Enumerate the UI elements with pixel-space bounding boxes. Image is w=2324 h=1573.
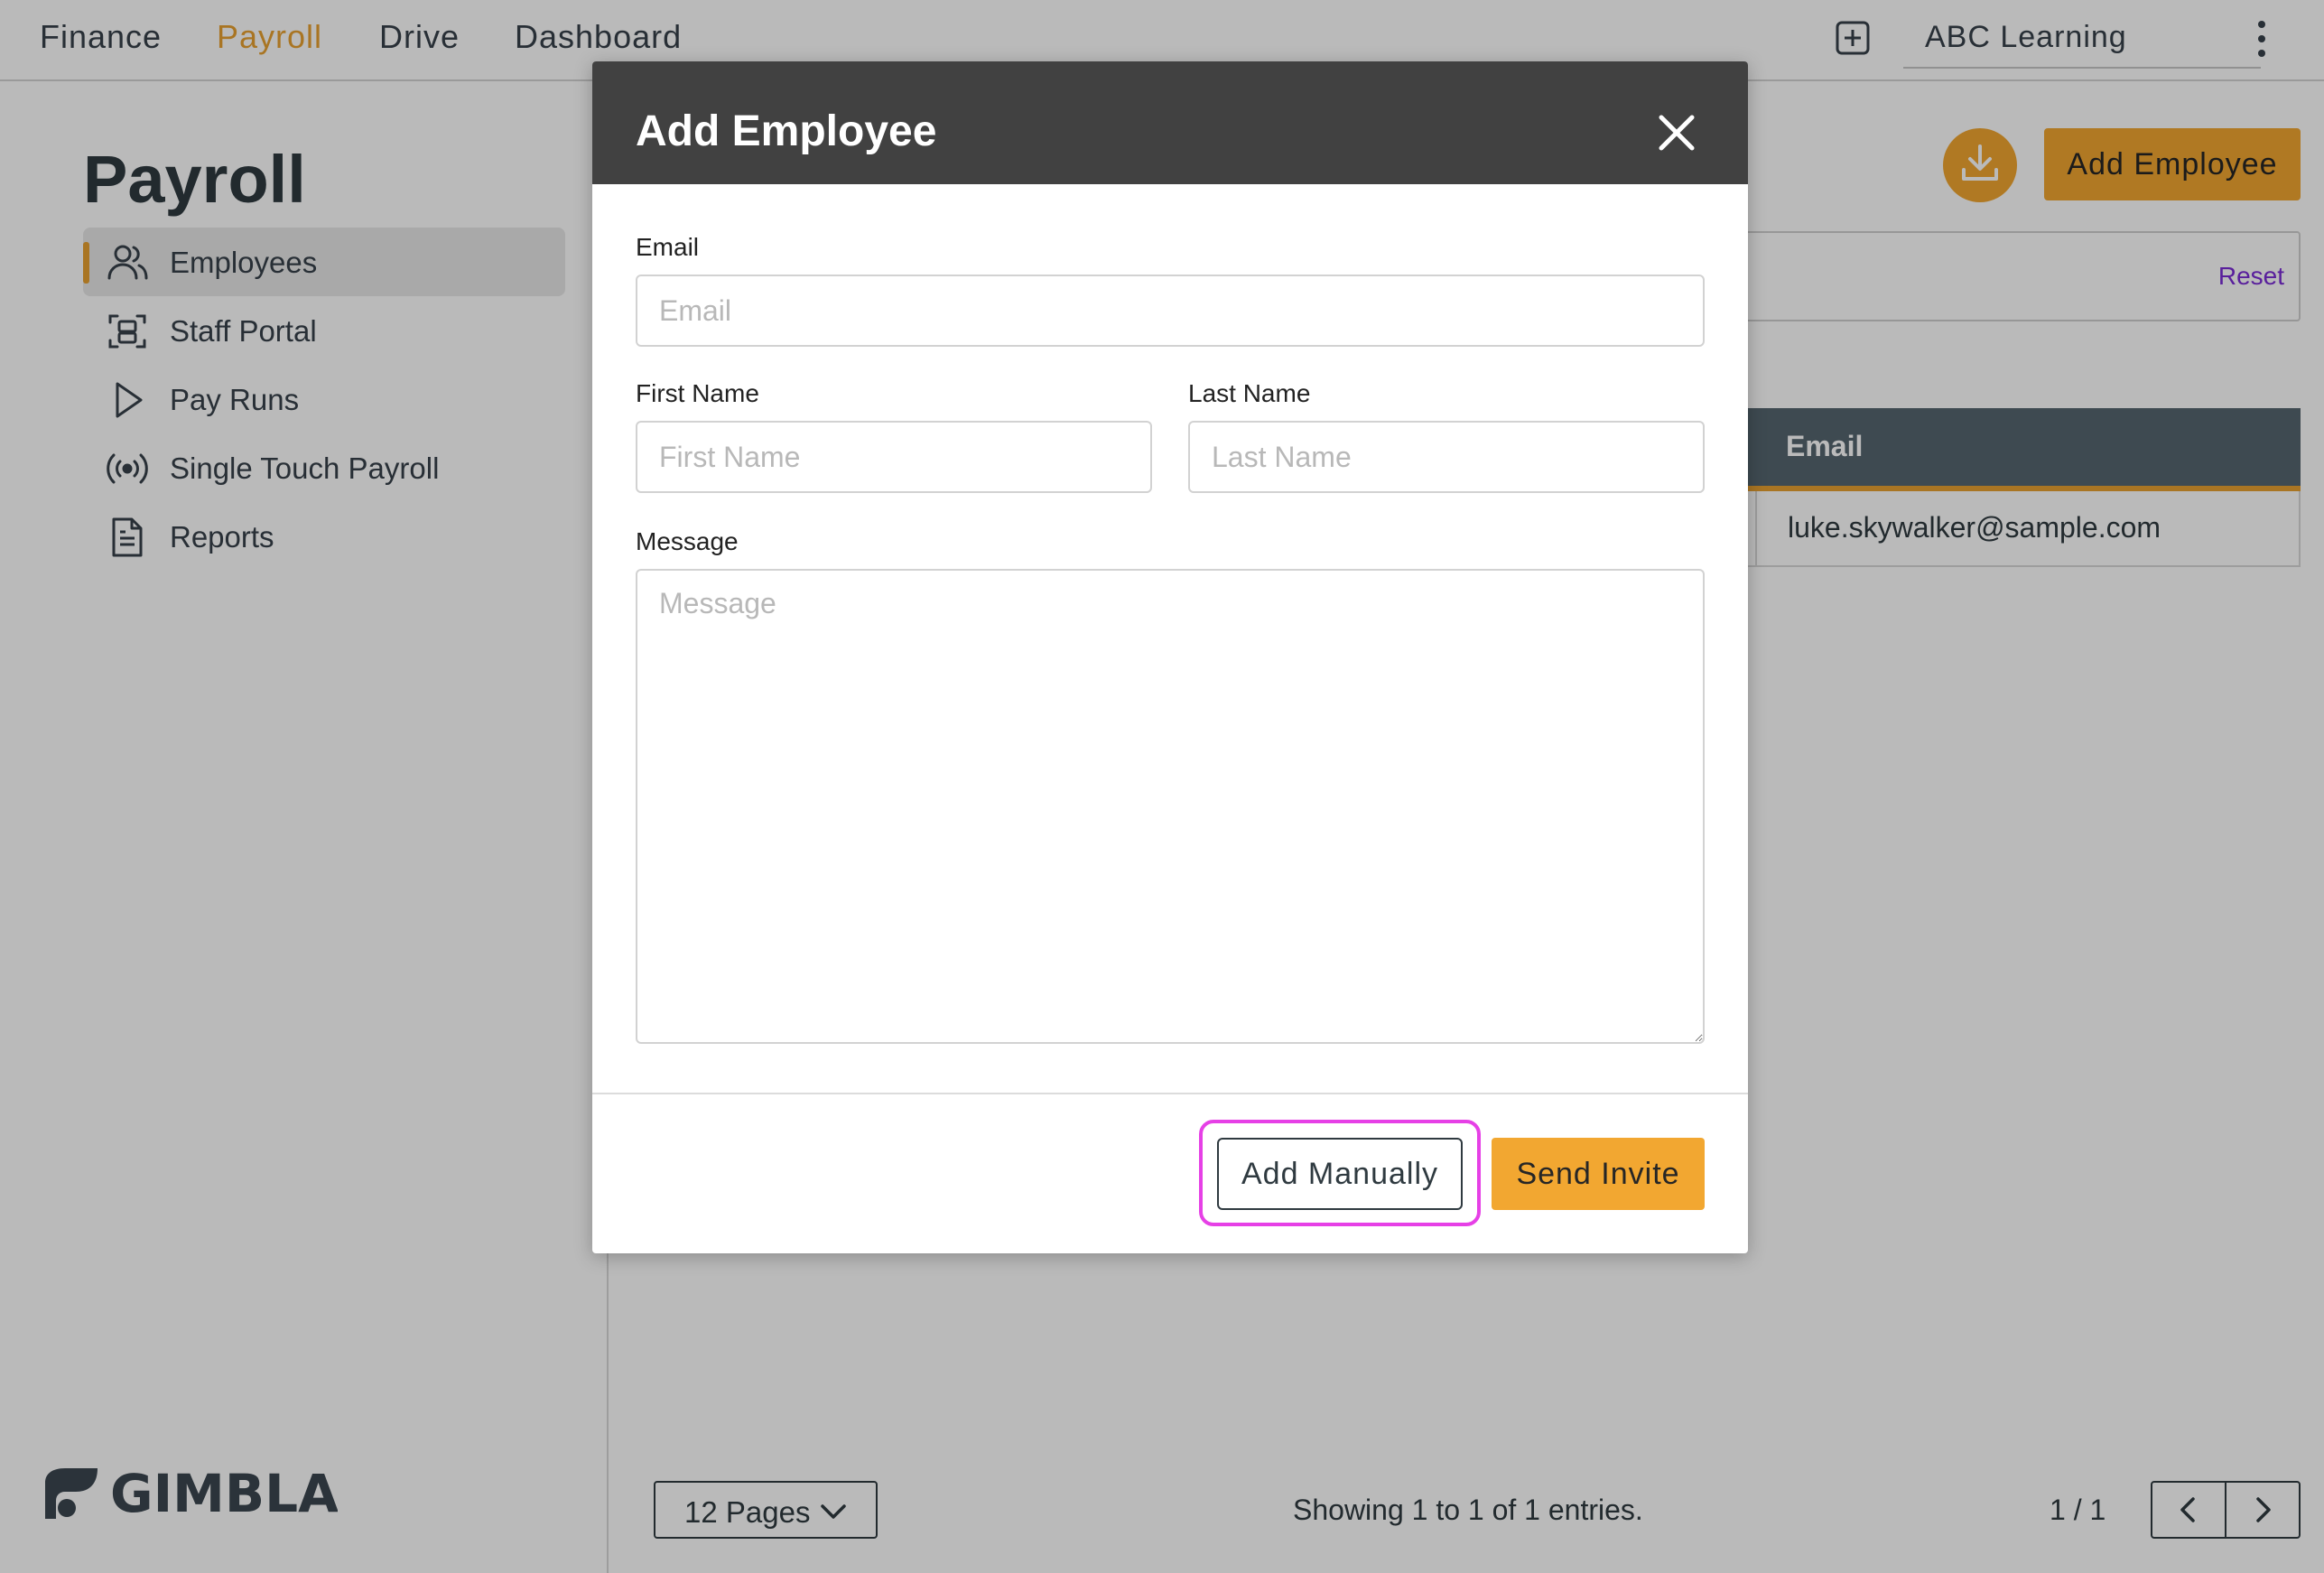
message-field[interactable] xyxy=(636,569,1705,1044)
add-employee-modal: Add Employee Email First Name Last Name … xyxy=(592,61,1748,1253)
last-name-field[interactable] xyxy=(1188,421,1705,493)
first-name-field[interactable] xyxy=(636,421,1152,493)
footer-divider xyxy=(592,1093,1748,1094)
email-label: Email xyxy=(636,233,700,261)
message-label: Message xyxy=(636,527,739,555)
send-invite-button[interactable]: Send Invite xyxy=(1492,1138,1705,1210)
last-name-label: Last Name xyxy=(1188,379,1311,407)
email-field[interactable] xyxy=(636,275,1705,347)
add-manually-button[interactable]: Add Manually xyxy=(1217,1138,1463,1210)
close-icon[interactable] xyxy=(1654,110,1699,155)
modal-title: Add Employee xyxy=(636,107,937,155)
modal-header: Add Employee xyxy=(592,61,1748,184)
first-name-label: First Name xyxy=(636,379,759,407)
